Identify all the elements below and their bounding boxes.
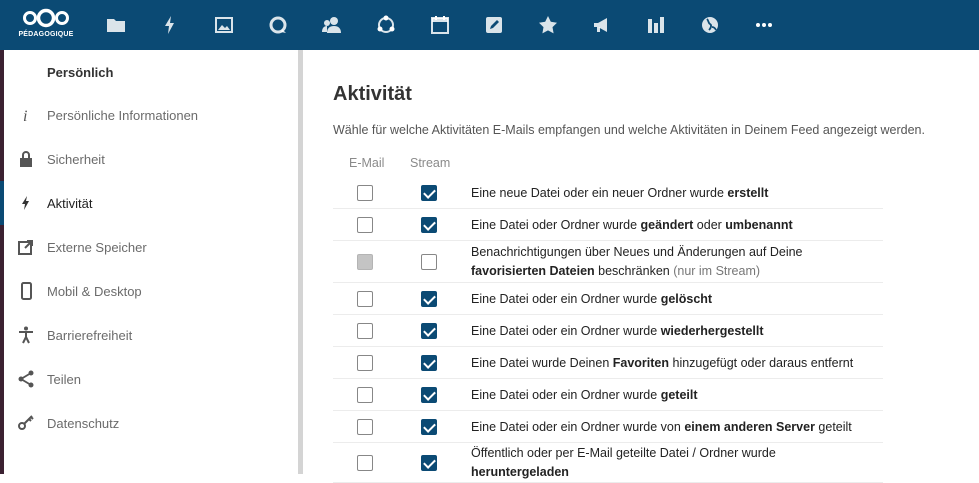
sidebar-item-label: Aktivität: [47, 195, 93, 211]
logo-text: PÉDAGOGIQUE: [18, 31, 74, 38]
announcements-icon[interactable]: [590, 13, 614, 37]
stream-checkbox[interactable]: [421, 254, 437, 270]
activity-label: Eine Datei oder ein Ordner wurde geteilt: [471, 388, 698, 402]
sidebar-section-header: Persönlich: [47, 65, 114, 80]
circles-icon[interactable]: [374, 13, 398, 37]
email-checkbox[interactable]: [357, 355, 373, 371]
email-checkbox[interactable]: [357, 217, 373, 233]
email-checkbox: [357, 254, 373, 270]
stream-checkbox[interactable]: [421, 291, 437, 307]
privacy-key-icon: [16, 413, 36, 433]
sidebar-item-label: Externe Speicher: [47, 239, 147, 255]
main-content: Aktivität Wähle für welche Aktivitäten E…: [303, 50, 979, 483]
stream-checkbox[interactable]: [421, 185, 437, 201]
email-checkbox[interactable]: [357, 419, 373, 435]
mobile-icon: [16, 281, 36, 301]
logo-circles-icon: [23, 8, 69, 28]
sidebar-item-mobile-desktop[interactable]: Mobil & Desktop: [4, 269, 298, 313]
page-description: Wähle für welche Aktivitäten E-Mails emp…: [333, 123, 925, 137]
calendar-icon[interactable]: [428, 13, 452, 37]
settings-sidebar: Persönlich i Persönliche Informationen S…: [0, 50, 298, 474]
sidebar-item-activity[interactable]: Aktivität: [0, 181, 298, 225]
external-storage-icon: [16, 237, 36, 257]
sidebar-item-label: Datenschutz: [47, 415, 120, 431]
sidebar-item-label: Barrierefreiheit: [47, 327, 133, 343]
activity-icon[interactable]: [158, 13, 182, 37]
sidebar-item-accessibility[interactable]: Barrierefreiheit: [4, 313, 298, 357]
activity-label: Eine Datei oder ein Ordner wurde von ein…: [471, 420, 852, 434]
table-row: Eine Datei oder ein Ordner wurde von ein…: [333, 411, 883, 443]
favorites-icon[interactable]: [536, 13, 560, 37]
activity-label: Eine Datei oder Ordner wurde geändert od…: [471, 218, 793, 232]
nextcloud-logo[interactable]: PÉDAGOGIQUE: [18, 6, 76, 46]
sidebar-item-external-storage[interactable]: Externe Speicher: [4, 225, 298, 269]
sidebar-item-label: Persönliche Informationen: [47, 107, 199, 123]
lock-icon: [16, 149, 36, 169]
email-checkbox[interactable]: [357, 185, 373, 201]
column-header-email: E-Mail: [349, 156, 385, 170]
sidebar-item-sharing[interactable]: Teilen: [4, 357, 298, 401]
activity-label: Benachrichtigungen über Neues und Änderu…: [471, 245, 803, 278]
table-row: Eine Datei wurde Deinen Favoriten hinzug…: [333, 347, 883, 379]
top-header: PÉDAGOGIQUE: [0, 0, 979, 50]
table-row: Eine Datei oder ein Ordner wurde geteilt: [333, 379, 883, 411]
sidebar-item-security[interactable]: Sicherheit: [4, 137, 298, 181]
stream-checkbox[interactable]: [421, 217, 437, 233]
email-checkbox[interactable]: [357, 455, 373, 471]
analytics-icon[interactable]: [644, 13, 668, 37]
table-row: Eine neue Datei oder ein neuer Ordner wu…: [333, 177, 883, 209]
page-title: Aktivität: [333, 83, 412, 105]
stream-checkbox[interactable]: [421, 455, 437, 471]
talk-icon[interactable]: [266, 13, 290, 37]
activity-label: Eine neue Datei oder ein neuer Ordner wu…: [471, 186, 769, 200]
stream-checkbox[interactable]: [421, 387, 437, 403]
table-row: Benachrichtigungen über Neues und Änderu…: [333, 241, 883, 283]
email-checkbox[interactable]: [357, 387, 373, 403]
sidebar-item-privacy[interactable]: Datenschutz: [4, 401, 298, 445]
info-icon: i: [16, 105, 36, 125]
activity-label: Öffentlich oder per E-Mail geteilte Date…: [471, 446, 776, 479]
sidebar-item-personal-info[interactable]: i Persönliche Informationen: [4, 93, 298, 137]
contacts-icon[interactable]: [320, 13, 344, 37]
share-icon: [16, 369, 36, 389]
more-icon[interactable]: [752, 13, 776, 37]
photos-icon[interactable]: [212, 13, 236, 37]
stream-checkbox[interactable]: [421, 355, 437, 371]
activity-label: Eine Datei oder ein Ordner wurde wiederh…: [471, 324, 764, 338]
web-icon[interactable]: [698, 13, 722, 37]
table-row: Eine Datei oder ein Ordner wurde wiederh…: [333, 315, 883, 347]
table-row: Eine Datei oder ein Ordner wurde gelösch…: [333, 283, 883, 315]
notes-icon[interactable]: [482, 13, 506, 37]
accessibility-icon: [16, 325, 36, 345]
svg-text:i: i: [23, 108, 27, 125]
sidebar-item-label: Sicherheit: [47, 151, 105, 167]
email-checkbox[interactable]: [357, 323, 373, 339]
email-checkbox[interactable]: [357, 291, 373, 307]
activity-label: Eine Datei wurde Deinen Favoriten hinzug…: [471, 356, 854, 370]
activity-label: Eine Datei oder ein Ordner wurde gelösch…: [471, 292, 713, 306]
sidebar-item-label: Mobil & Desktop: [47, 283, 142, 299]
stream-checkbox[interactable]: [421, 419, 437, 435]
activity-icon: [16, 193, 36, 213]
table-row: Eine Datei oder Ordner wurde geändert od…: [333, 209, 883, 241]
column-header-stream: Stream: [410, 156, 451, 170]
files-icon[interactable]: [104, 13, 128, 37]
sidebar-item-label: Teilen: [47, 371, 81, 387]
stream-checkbox[interactable]: [421, 323, 437, 339]
table-row: Öffentlich oder per E-Mail geteilte Date…: [333, 443, 883, 483]
